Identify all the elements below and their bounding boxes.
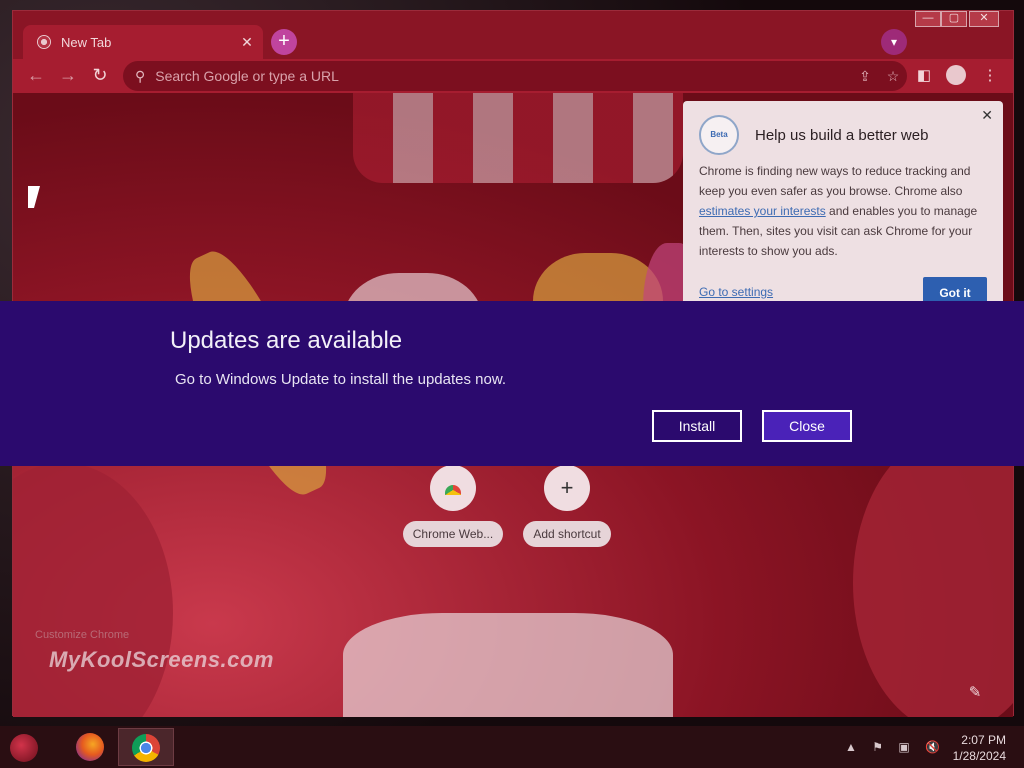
- tab-strip: New Tab ✕ + ▾ — ▢ ✕: [13, 11, 1013, 59]
- tab-close-icon[interactable]: ✕: [237, 34, 257, 51]
- plus-icon: +: [544, 465, 590, 511]
- omnibox[interactable]: ⚲ ⇪ ☆: [123, 61, 907, 91]
- update-message: Go to Windows Update to install the upda…: [175, 371, 507, 388]
- go-to-settings-link[interactable]: Go to settings: [699, 285, 773, 299]
- close-window-button[interactable]: ✕: [969, 11, 999, 27]
- bubble-body: Chrome is finding new ways to reduce tra…: [699, 164, 978, 258]
- minimize-button[interactable]: —: [915, 11, 941, 27]
- forward-arrow-icon[interactable]: →: [57, 65, 79, 87]
- install-button[interactable]: Install: [652, 410, 742, 442]
- tab-search-chevron-icon[interactable]: ▾: [881, 29, 907, 55]
- maximize-button[interactable]: ▢: [941, 11, 967, 27]
- shortcuts-grid: Chrome Web... + Add shortcut: [401, 465, 631, 565]
- clock-time: 2:07 PM: [961, 733, 1006, 747]
- search-icon: ⚲: [135, 67, 146, 84]
- shortcut-label: Add shortcut: [523, 521, 611, 547]
- firefox-icon: [76, 733, 104, 761]
- shortcut-add[interactable]: + Add shortcut: [515, 465, 619, 547]
- taskbar-chrome[interactable]: [118, 728, 174, 766]
- windows-update-banner: Updates are available Go to Windows Upda…: [0, 301, 1024, 466]
- beta-flask-icon: Beta: [699, 115, 739, 155]
- update-title: Updates are available: [170, 327, 403, 354]
- taskbar: ▲ ⚑ ▣ 🔇 2:07 PM 1/28/2024: [0, 726, 1024, 768]
- profile-avatar-icon: [946, 65, 966, 85]
- clock-date: 1/28/2024: [952, 749, 1006, 763]
- reload-icon[interactable]: ↻: [89, 65, 111, 87]
- network-icon[interactable]: ▣: [898, 740, 909, 754]
- customize-chrome-link[interactable]: Customize Chrome: [35, 629, 129, 641]
- kebab-menu-icon[interactable]: ⋮: [979, 65, 1001, 87]
- estimates-interests-link[interactable]: estimates your interests: [699, 204, 826, 218]
- background-decoration: [353, 93, 683, 183]
- watermark: MyKoolScreens.com: [49, 647, 274, 672]
- profile-button[interactable]: [945, 65, 967, 87]
- background-letter: [343, 613, 673, 717]
- system-clock[interactable]: 2:07 PM 1/28/2024: [953, 732, 1006, 764]
- browser-toolbar: ← → ↻ ⚲ ⇪ ☆ ◧ ⋮: [13, 59, 1013, 93]
- background-ornament: [853, 433, 1013, 717]
- action-center-flag-icon[interactable]: ⚑: [872, 740, 883, 754]
- tab-title: New Tab: [61, 34, 112, 50]
- pencil-icon[interactable]: ✎: [965, 683, 985, 703]
- chrome-favicon-icon: [37, 35, 51, 49]
- background-ornament: [13, 463, 173, 717]
- volume-muted-icon[interactable]: 🔇: [925, 740, 940, 754]
- start-button[interactable]: [10, 734, 38, 762]
- back-arrow-icon[interactable]: ←: [25, 65, 47, 87]
- share-icon[interactable]: ⇪: [851, 68, 879, 85]
- new-tab-button[interactable]: +: [271, 29, 297, 55]
- chrome-icon: [132, 734, 160, 762]
- side-panel-icon[interactable]: ◧: [913, 65, 935, 87]
- bookmark-star-icon[interactable]: ☆: [879, 68, 907, 85]
- privacy-sandbox-bubble: Beta Help us build a better web ✕ Chrome…: [683, 101, 1003, 313]
- close-button[interactable]: Close: [762, 410, 852, 442]
- close-icon[interactable]: ✕: [981, 107, 993, 124]
- bubble-title: Help us build a better web: [755, 127, 929, 144]
- show-hidden-icons-icon[interactable]: ▲: [845, 740, 857, 754]
- system-tray: ▲ ⚑ ▣ 🔇: [833, 740, 940, 754]
- mouse-cursor-icon: [28, 186, 40, 208]
- taskbar-firefox[interactable]: [62, 728, 118, 766]
- shortcut-chrome-web-store[interactable]: Chrome Web...: [401, 465, 505, 547]
- omnibox-input[interactable]: [155, 68, 851, 84]
- chrome-web-store-icon: [430, 465, 476, 511]
- shortcut-label: Chrome Web...: [402, 521, 504, 547]
- tab-new-tab[interactable]: New Tab ✕: [23, 25, 263, 59]
